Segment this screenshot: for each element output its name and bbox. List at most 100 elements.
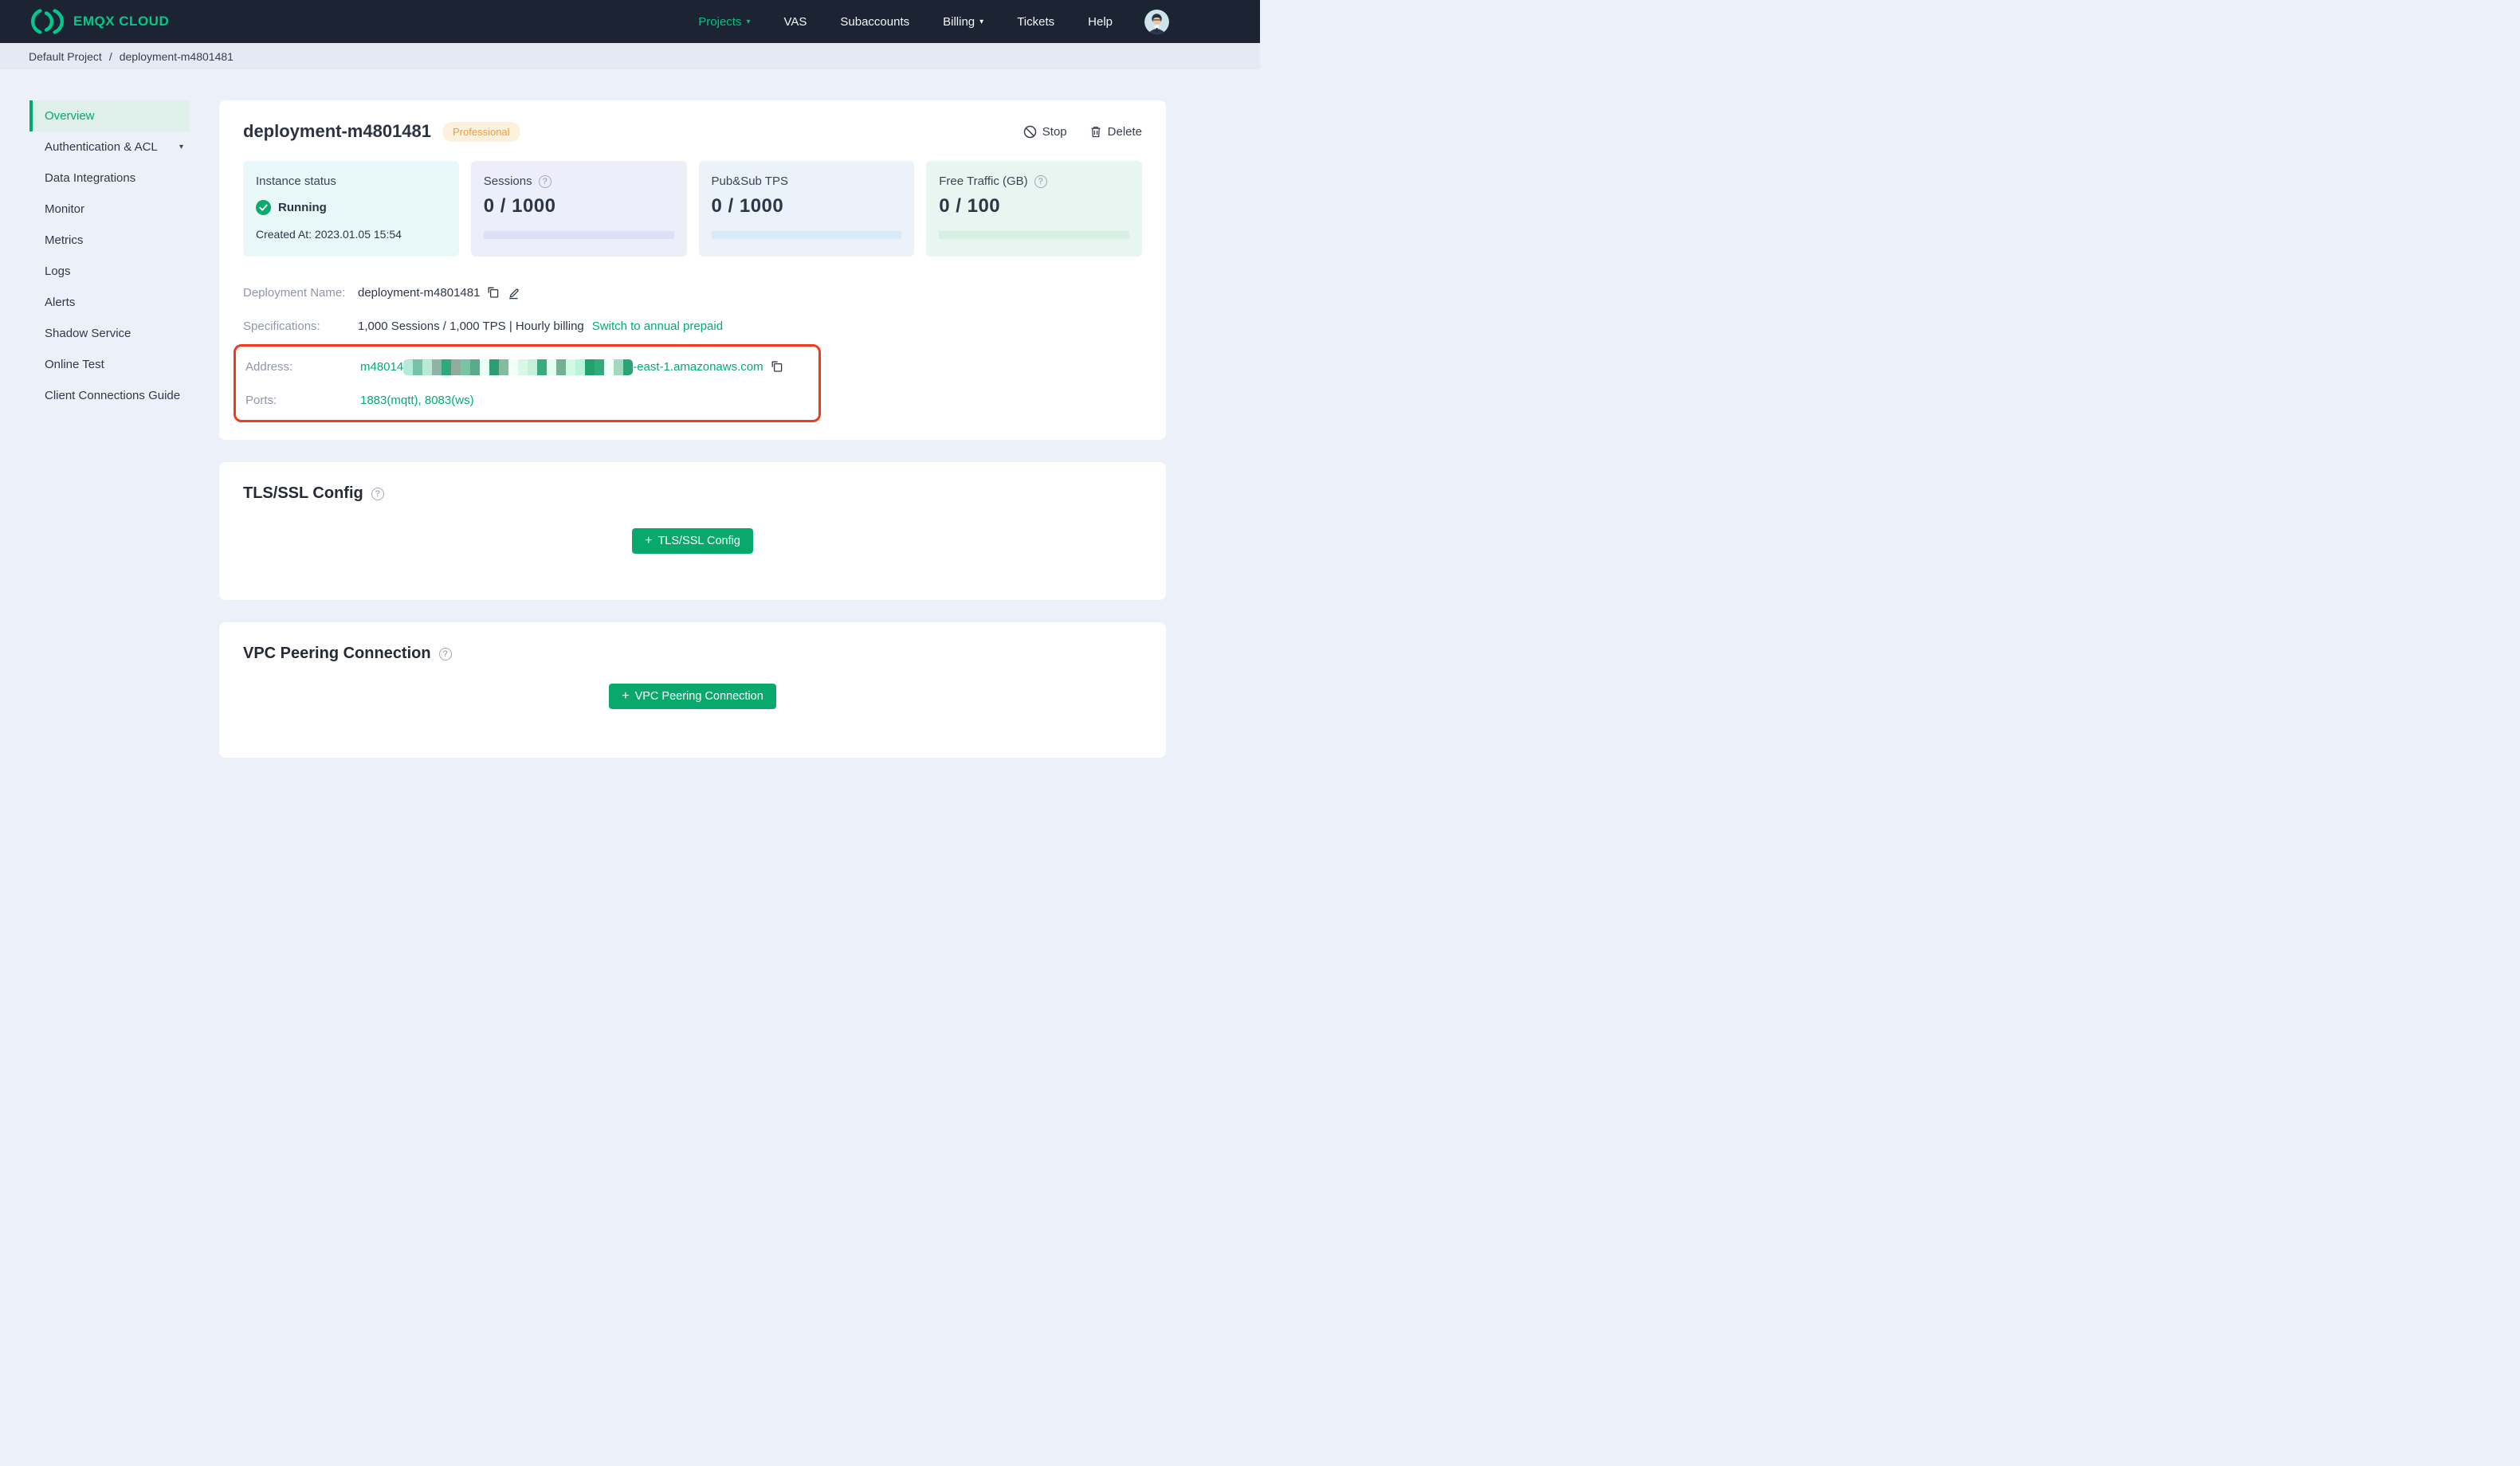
chevron-down-icon: ▾ [979, 18, 984, 26]
copy-icon[interactable] [487, 286, 500, 299]
redacted-pixel [585, 359, 595, 375]
check-circle-icon [256, 200, 271, 215]
nav-item[interactable]: Tickets ▾ [1017, 15, 1054, 29]
emqx-logo-icon [29, 3, 65, 40]
redacted-pixel [518, 359, 528, 375]
tls-ssl-title: TLS/SSL Config [243, 484, 363, 502]
avatar[interactable] [1144, 9, 1169, 34]
plus-icon: + [622, 689, 630, 703]
switch-billing-link[interactable]: Switch to annual prepaid [592, 319, 723, 333]
deployment-name-label: Deployment Name: [243, 285, 346, 300]
add-vpc-peering-button[interactable]: + VPC Peering Connection [609, 684, 776, 709]
redacted-pixel [432, 359, 442, 375]
nav-item[interactable]: Projects ▾ [698, 15, 750, 29]
sidebar: Overview ▾ Authentication & ACL ▾ Data I… [0, 100, 219, 780]
tls-ssl-card: TLS/SSL Config ? + TLS/SSL Config [219, 462, 1166, 600]
breadcrumb-separator: / [108, 49, 112, 63]
sidebar-item[interactable]: Client Connections Guide ▾ [29, 380, 190, 411]
specifications-label: Specifications: [243, 319, 320, 333]
tps-value: 0 / 1000 [711, 195, 784, 217]
sidebar-item[interactable]: Monitor ▾ [29, 194, 190, 225]
edit-icon[interactable] [507, 286, 520, 300]
redacted-pixel [403, 359, 414, 375]
sidebar-item-label: Client Connections Guide [45, 389, 181, 402]
nav-item[interactable]: Billing ▾ [943, 15, 983, 29]
redacted-pixel [566, 359, 576, 375]
delete-button[interactable]: Delete [1089, 125, 1142, 139]
nav-item-label: Projects [698, 14, 742, 29]
traffic-card: Free Traffic (GB) ? 0 / 100 [926, 161, 1142, 257]
breadcrumb-project-link[interactable]: Default Project [29, 50, 102, 63]
sidebar-item[interactable]: Alerts ▾ [29, 287, 190, 318]
add-tls-ssl-button[interactable]: + TLS/SSL Config [632, 528, 753, 554]
top-nav: EMQX CLOUD Projects ▾ VAS ▾ Subaccounts … [0, 0, 1260, 43]
redacted-pixel [422, 359, 433, 375]
sidebar-item-label: Data Integrations [45, 171, 136, 185]
brand-name: EMQX CLOUD [73, 14, 170, 29]
stats-row: Instance status Running Created At: 2023… [243, 161, 1142, 257]
trash-icon [1089, 125, 1102, 139]
redacted-pixel [614, 359, 624, 375]
traffic-label: Free Traffic (GB) [939, 174, 1028, 188]
redacted-pixel [442, 359, 452, 375]
ports-label: Ports: [245, 393, 277, 407]
vpc-peering-card: VPC Peering Connection ? + VPC Peering C… [219, 622, 1166, 758]
brand[interactable]: EMQX CLOUD [29, 3, 169, 40]
deployment-details: Deployment Name: deployment-m4801481 Spe… [234, 276, 1142, 422]
help-icon[interactable]: ? [1034, 174, 1047, 188]
sidebar-item[interactable]: Data Integrations ▾ [29, 163, 190, 194]
sidebar-item-label: Online Test [45, 358, 104, 371]
help-icon[interactable]: ? [371, 487, 384, 500]
redacted-pixel [556, 359, 567, 375]
tps-card: Pub&Sub TPS 0 / 1000 [698, 161, 915, 257]
redacted-pixel [595, 359, 605, 375]
redacted-pixel [575, 359, 586, 375]
stop-icon [1023, 125, 1037, 139]
stop-label: Stop [1042, 124, 1067, 139]
redacted-pixel [489, 359, 500, 375]
delete-label: Delete [1107, 124, 1142, 139]
overview-card: deployment-m4801481 Professional Stop De… [219, 100, 1166, 440]
specifications-value: 1,000 Sessions / 1,000 TPS | Hourly bill… [358, 319, 584, 333]
redacted-pixel [547, 359, 557, 375]
address-redacted [403, 359, 634, 375]
chevron-down-icon: ▾ [746, 18, 751, 26]
add-tls-ssl-label: TLS/SSL Config [657, 535, 740, 547]
redacted-pixel [528, 359, 538, 375]
stop-button[interactable]: Stop [1023, 125, 1067, 139]
nav-item[interactable]: Help ▾ [1088, 15, 1113, 29]
breadcrumb-current: deployment-m4801481 [119, 49, 234, 63]
add-vpc-peering-label: VPC Peering Connection [634, 690, 763, 703]
nav-item[interactable]: Subaccounts ▾ [840, 15, 909, 29]
address-label: Address: [245, 359, 293, 374]
copy-icon[interactable] [771, 360, 783, 373]
sidebar-item[interactable]: Overview ▾ [29, 100, 190, 131]
sidebar-item-label: Alerts [45, 296, 76, 309]
plan-badge: Professional [442, 121, 520, 142]
tps-progress-bar [711, 231, 902, 239]
redacted-pixel [604, 359, 614, 375]
sidebar-item-label: Authentication & ACL [45, 140, 158, 154]
address-prefix: m48014 [360, 359, 404, 374]
highlight-annotation: Address: m48014 -east-1.amazonaws.com Po… [234, 344, 821, 422]
sidebar-item[interactable]: Authentication & ACL ▾ [29, 131, 190, 163]
nav-item[interactable]: VAS ▾ [783, 15, 807, 29]
help-icon[interactable]: ? [538, 174, 551, 188]
sidebar-item[interactable]: Metrics ▾ [29, 225, 190, 256]
sidebar-item[interactable]: Shadow Service ▾ [29, 318, 190, 349]
redacted-pixel [480, 359, 490, 375]
redacted-pixel [461, 359, 471, 375]
sessions-label: Sessions [483, 174, 532, 188]
nav-item-label: Subaccounts [840, 14, 910, 29]
sidebar-item[interactable]: Logs ▾ [29, 256, 190, 287]
instance-status-value: Running [278, 201, 327, 214]
instance-status-label: Instance status [256, 174, 336, 188]
sessions-card: Sessions ? 0 / 1000 [470, 161, 687, 257]
chevron-down-icon: ▾ [179, 143, 183, 151]
vpc-peering-title: VPC Peering Connection [243, 645, 431, 662]
sessions-value: 0 / 1000 [483, 195, 556, 217]
help-icon[interactable]: ? [438, 647, 452, 660]
redacted-pixel [623, 359, 634, 375]
sidebar-item[interactable]: Online Test ▾ [29, 349, 190, 380]
nav-item-label: VAS [783, 14, 807, 29]
